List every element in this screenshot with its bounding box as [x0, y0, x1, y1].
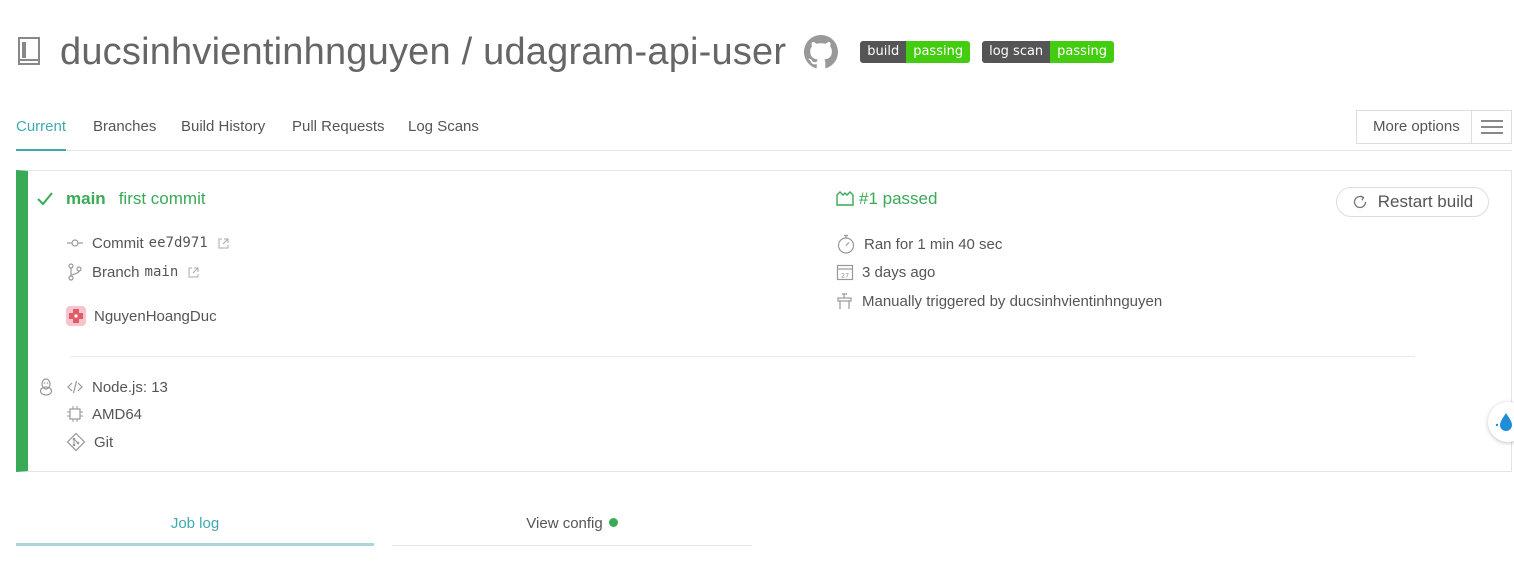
language-value: Node.js: 13 [92, 378, 168, 396]
branch-row: Branch main [66, 263, 199, 281]
tab-build-history[interactable]: Build History [181, 118, 265, 151]
menu-icon [1471, 111, 1511, 143]
duration-value: Ran for 1 min 40 sec [864, 235, 1003, 253]
build-status-badge[interactable]: build passing [860, 41, 971, 63]
tab-pull-requests[interactable]: Pull Requests [292, 118, 385, 151]
job-log-label: Job log [170, 515, 220, 532]
repo-header: ducsinhvientinhnguyen / udagram-api-user… [16, 28, 1115, 76]
more-options-label: More options [1373, 118, 1460, 135]
view-config-label: View config [526, 515, 603, 532]
repo-book-icon [18, 37, 40, 65]
code-icon [67, 380, 83, 394]
vcs-value: Git [94, 433, 114, 451]
cpu-icon [67, 406, 83, 422]
badge-label: log scan [982, 41, 1051, 63]
badge-value: passing [906, 41, 971, 63]
git-icon [66, 432, 86, 452]
arch-row: AMD64 [66, 405, 142, 423]
hand-trigger-icon [837, 293, 852, 309]
restart-icon [1353, 195, 1366, 209]
restart-build-button[interactable]: Restart build [1336, 187, 1489, 217]
badge-label: build [860, 41, 907, 63]
config-status-dot [608, 518, 618, 527]
log-scan-badge[interactable]: log scan passing [982, 41, 1115, 63]
duration-row: Ran for 1 min 40 sec [836, 234, 1002, 254]
date-value: 3 days ago [862, 263, 936, 281]
build-passed-icon [836, 191, 854, 206]
build-summary-card: main first commit Commit ee7d971 Branch … [16, 170, 1512, 472]
tab-current[interactable]: Current [16, 118, 67, 151]
github-icon[interactable] [804, 35, 839, 69]
avatar [66, 306, 86, 326]
repo-tabs: Current Branches Build History Pull Requ… [16, 110, 1512, 151]
stopwatch-icon [837, 234, 855, 254]
commit-label: Commit [92, 234, 144, 252]
branch-label: Branch [92, 263, 140, 281]
build-number-status[interactable]: #1 passed [859, 189, 937, 209]
build-status: #1 passed [836, 189, 937, 209]
repo-owner-link[interactable]: ducsinhvientinhnguyen [60, 31, 451, 73]
build-commit-row: main first commit [36, 189, 206, 209]
language-row: Node.js: 13 [38, 378, 168, 396]
branch-icon [68, 263, 82, 281]
tab-view-config[interactable]: View config [392, 504, 752, 546]
date-row: 27 3 days ago [836, 263, 935, 281]
restart-build-label: Restart build [1377, 192, 1474, 211]
more-options-button[interactable]: More options [1356, 110, 1512, 144]
check-icon [37, 192, 53, 206]
commit-sha-link[interactable]: ee7d971 [149, 235, 208, 251]
trigger-value: Manually triggered by ducsinhvientinhngu… [862, 292, 1163, 310]
branch-link[interactable]: main [66, 189, 106, 209]
external-link-icon[interactable] [188, 267, 199, 278]
branch-name-link[interactable]: main [145, 264, 179, 280]
commit-icon [67, 239, 83, 247]
tab-log-scans[interactable]: Log Scans [408, 118, 479, 151]
repo-title: ducsinhvientinhnguyen / udagram-api-user [60, 31, 786, 74]
linux-icon [39, 378, 53, 396]
tab-job-log[interactable]: Job log [16, 504, 374, 546]
svg-text:27: 27 [841, 272, 849, 280]
author-name: NguyenHoangDuc [94, 307, 217, 325]
trigger-row: Manually triggered by ducsinhvientinhngu… [836, 292, 1162, 310]
divider [70, 356, 1415, 357]
water-drop-icon [1495, 413, 1514, 431]
commit-row: Commit ee7d971 [66, 234, 229, 252]
tab-branches[interactable]: Branches [93, 118, 156, 151]
arch-value: AMD64 [92, 405, 143, 423]
calendar-icon: 27 [836, 264, 854, 281]
author-row: NguyenHoangDuc [66, 306, 217, 326]
badge-value: passing [1050, 41, 1115, 63]
commit-message: first commit [118, 189, 206, 208]
repo-name-link[interactable]: udagram-api-user [483, 31, 786, 73]
vcs-row: Git [66, 432, 113, 452]
external-link-icon[interactable] [218, 238, 229, 249]
repo-separator: / [461, 30, 473, 73]
